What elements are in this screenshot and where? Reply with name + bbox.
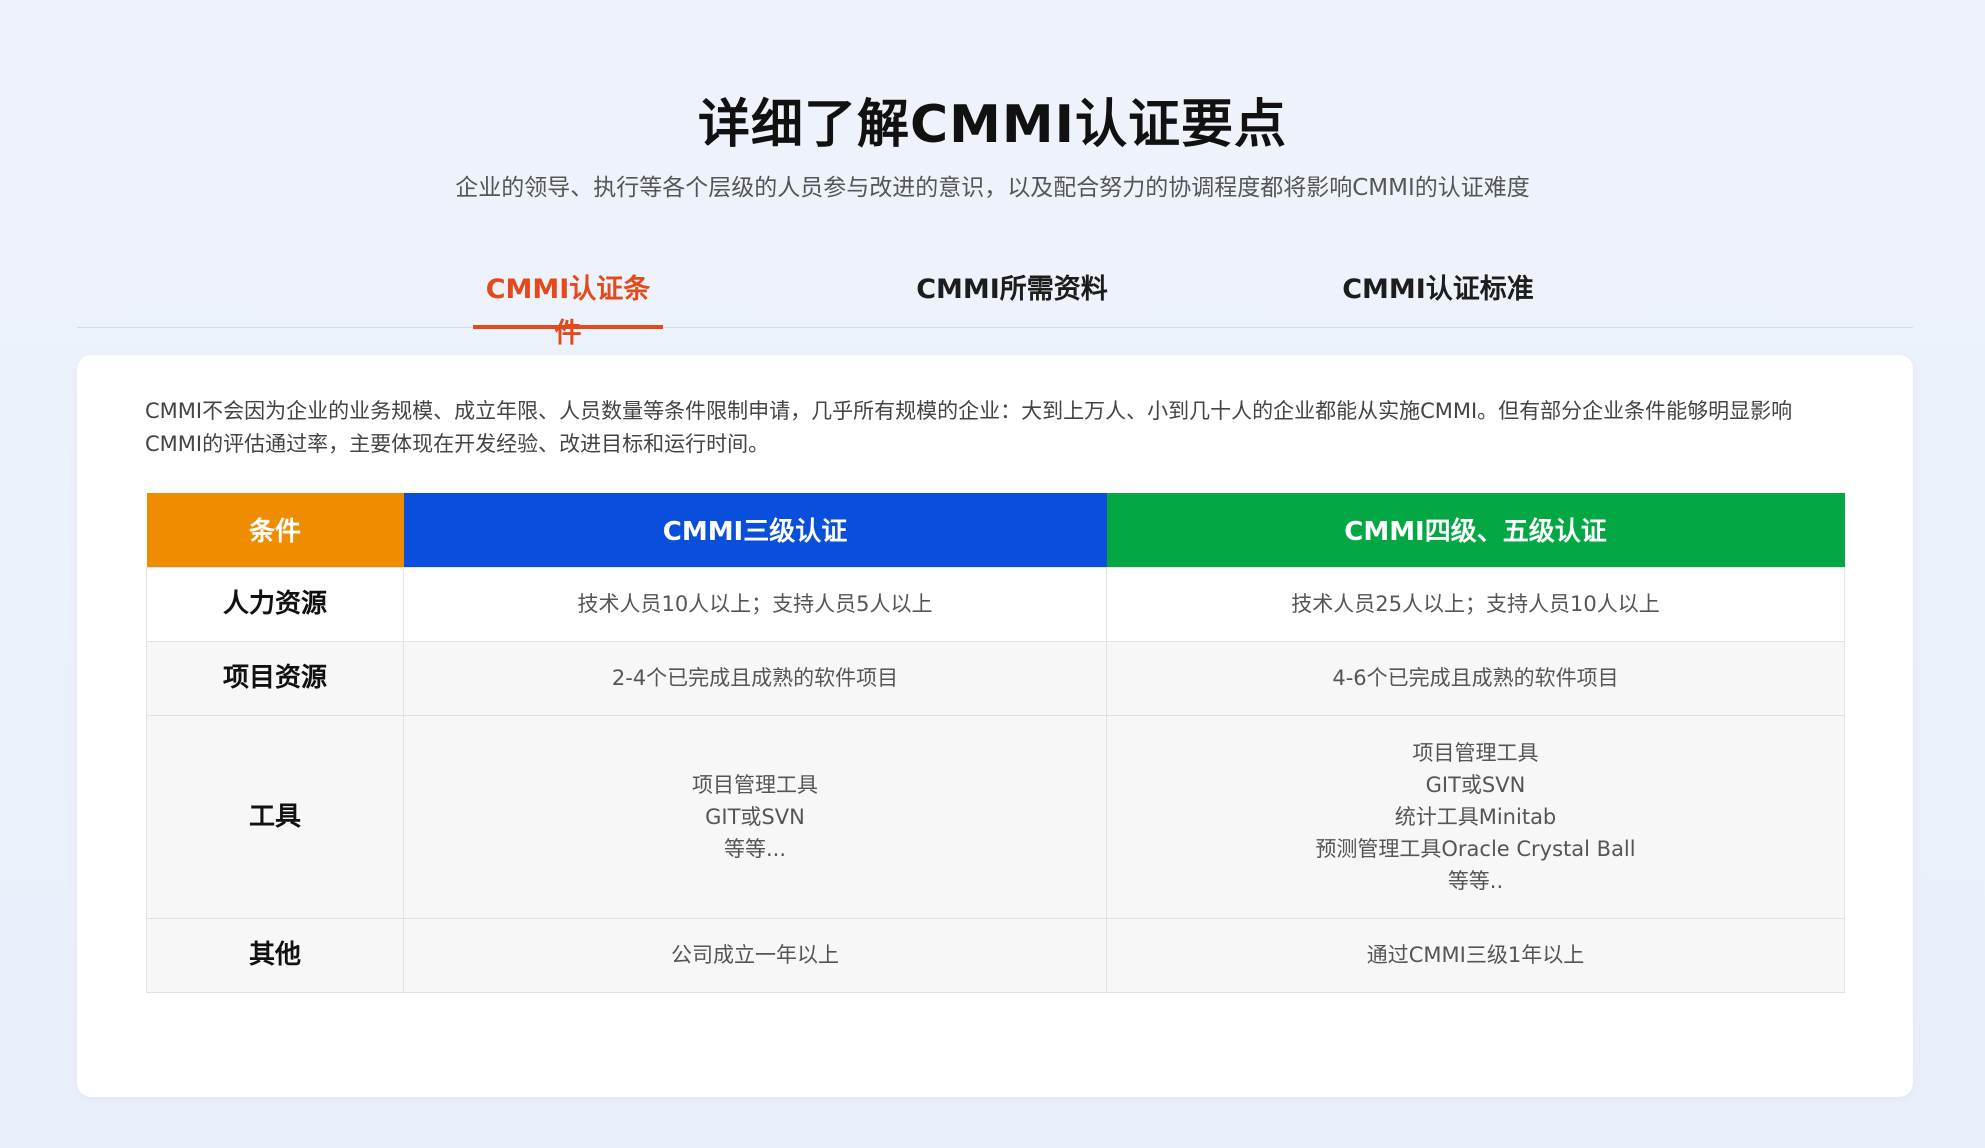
level3-cell: 公司成立一年以上	[403, 917, 1107, 993]
cell-line: 2-4个已完成且成熟的软件项目	[611, 666, 899, 690]
tab-cmmi-conditions[interactable]: CMMI认证条件	[473, 268, 663, 349]
table-header-row: 条件 CMMI三级认证 CMMI四级、五级认证	[146, 493, 1845, 567]
table-row: 其他 公司成立一年以上 通过CMMI三级1年以上	[146, 917, 1845, 993]
level3-cell: 项目管理工具 GIT或SVN 等等...	[403, 714, 1107, 919]
cell-line: 统计工具Minitab	[1394, 804, 1557, 829]
content-card: CMMI不会因为企业的业务规模、成立年限、人员数量等条件限制申请，几乎所有规模的…	[77, 355, 1913, 1097]
page-title: 详细了解CMMI认证要点	[697, 95, 1287, 155]
cell-line: 技术人员25人以上；支持人员10人以上	[1291, 592, 1660, 616]
table-row: 项目资源 2-4个已完成且成熟的软件项目 4-6个已完成且成熟的软件项目	[146, 640, 1845, 716]
level45-cell: 项目管理工具 GIT或SVN 统计工具Minitab 预测管理工具Oracle …	[1106, 714, 1845, 919]
cell-line: 通过CMMI三级1年以上	[1366, 943, 1585, 967]
header-level3: CMMI三级认证	[403, 493, 1107, 567]
cell-line: 公司成立一年以上	[671, 943, 839, 967]
tab-bar: CMMI认证条件 CMMI所需资料 CMMI认证标准	[77, 268, 1913, 349]
header-condition: 条件	[146, 493, 404, 567]
cell-line: 项目管理工具	[1412, 740, 1539, 765]
row-label: 人力资源	[146, 566, 404, 642]
row-label: 工具	[146, 714, 404, 919]
cell-line: 等等..	[1447, 868, 1504, 893]
cell-line: 技术人员10人以上；支持人员5人以上	[577, 592, 933, 616]
tab-cmmi-standards[interactable]: CMMI认证标准	[1323, 268, 1553, 328]
cell-line: 等等...	[723, 836, 787, 861]
conditions-table: 条件 CMMI三级认证 CMMI四级、五级认证 人力资源 技术人员10人以上；支…	[146, 493, 1845, 993]
cell-line: 预测管理工具Oracle Crystal Ball	[1315, 836, 1636, 861]
tab-cmmi-materials[interactable]: CMMI所需资料	[897, 268, 1127, 328]
level45-cell: 技术人员25人以上；支持人员10人以上	[1106, 566, 1845, 642]
level45-cell: 通过CMMI三级1年以上	[1106, 917, 1845, 993]
level3-cell: 2-4个已完成且成熟的软件项目	[403, 640, 1107, 716]
cell-line: 4-6个已完成且成熟的软件项目	[1332, 666, 1619, 690]
cell-line: GIT或SVN	[705, 804, 805, 829]
cell-line: GIT或SVN	[1425, 772, 1526, 797]
level3-cell: 技术人员10人以上；支持人员5人以上	[403, 566, 1107, 642]
table-row: 工具 项目管理工具 GIT或SVN 等等... 项目管理工具 GIT或SVN 统…	[146, 714, 1845, 919]
row-label: 其他	[146, 917, 404, 993]
header-level45: CMMI四级、五级认证	[1106, 493, 1845, 567]
cell-line: 项目管理工具	[692, 772, 818, 797]
table-row: 人力资源 技术人员10人以上；支持人员5人以上 技术人员25人以上；支持人员10…	[146, 566, 1845, 642]
level45-cell: 4-6个已完成且成熟的软件项目	[1106, 640, 1845, 716]
page-subtitle: 企业的领导、执行等各个层级的人员参与改进的意识，以及配合努力的协调程度都将影响C…	[455, 175, 1530, 201]
row-label: 项目资源	[146, 640, 404, 716]
intro-text: CMMI不会因为企业的业务规模、成立年限、人员数量等条件限制申请，几乎所有规模的…	[145, 399, 1793, 456]
